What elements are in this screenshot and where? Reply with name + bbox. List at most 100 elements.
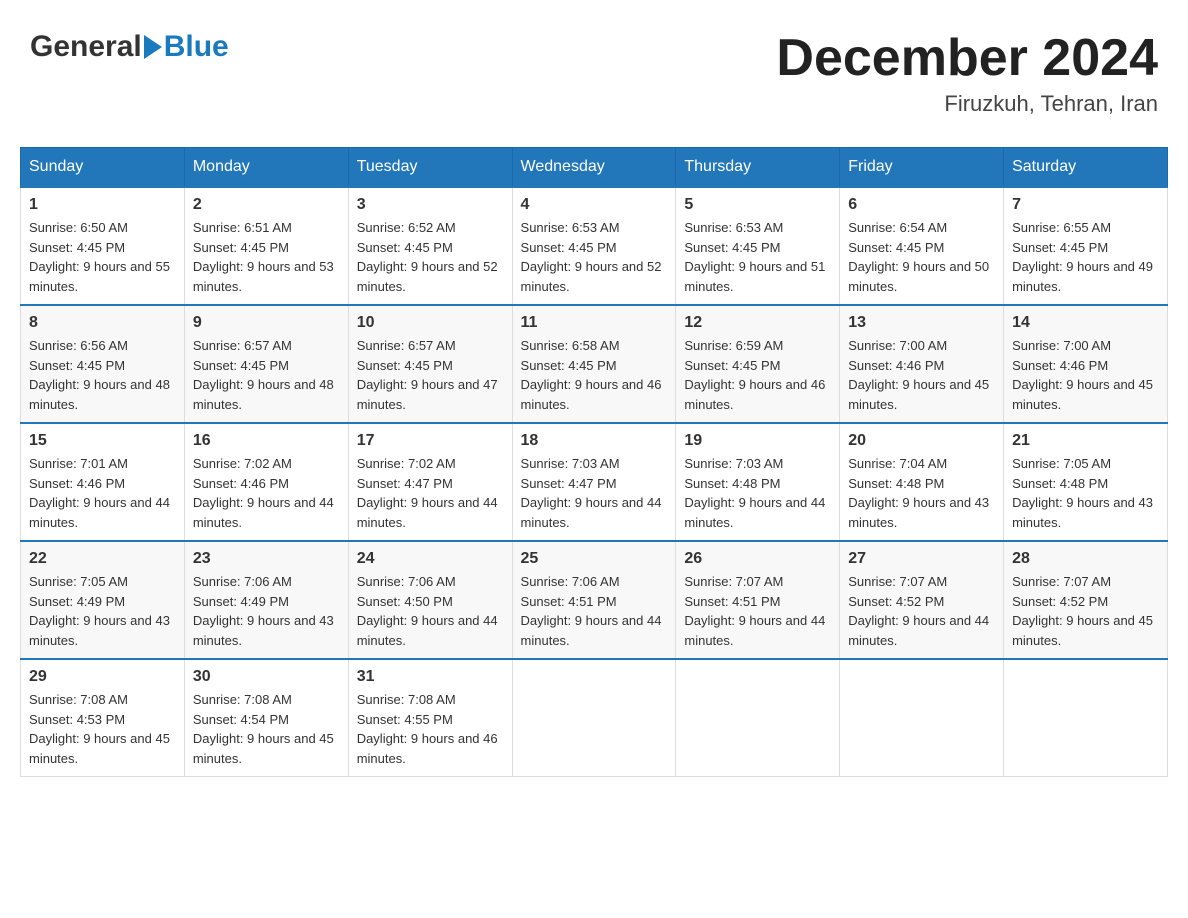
day-number: 30 (193, 668, 340, 686)
sunset-label: Sunset: 4:45 PM (684, 358, 780, 373)
day-number: 11 (521, 314, 668, 332)
sunset-label: Sunset: 4:45 PM (1012, 240, 1108, 255)
calendar-cell: 2 Sunrise: 6:51 AM Sunset: 4:45 PM Dayli… (184, 187, 348, 305)
calendar-cell: 7 Sunrise: 6:55 AM Sunset: 4:45 PM Dayli… (1004, 187, 1168, 305)
calendar-cell: 5 Sunrise: 6:53 AM Sunset: 4:45 PM Dayli… (676, 187, 840, 305)
calendar-cell: 9 Sunrise: 6:57 AM Sunset: 4:45 PM Dayli… (184, 305, 348, 423)
daylight-label: Daylight: 9 hours and 43 minutes. (1012, 495, 1153, 530)
sunrise-label: Sunrise: 6:51 AM (193, 220, 292, 235)
daylight-label: Daylight: 9 hours and 52 minutes. (521, 259, 662, 294)
calendar-cell: 25 Sunrise: 7:06 AM Sunset: 4:51 PM Dayl… (512, 541, 676, 659)
sunrise-label: Sunrise: 6:50 AM (29, 220, 128, 235)
sunset-label: Sunset: 4:45 PM (848, 240, 944, 255)
sunset-label: Sunset: 4:50 PM (357, 594, 453, 609)
header-wednesday: Wednesday (512, 148, 676, 188)
daylight-label: Daylight: 9 hours and 45 minutes. (848, 377, 989, 412)
calendar-cell: 4 Sunrise: 6:53 AM Sunset: 4:45 PM Dayli… (512, 187, 676, 305)
day-info: Sunrise: 6:51 AM Sunset: 4:45 PM Dayligh… (193, 218, 340, 296)
sunset-label: Sunset: 4:52 PM (848, 594, 944, 609)
sunrise-label: Sunrise: 7:00 AM (1012, 338, 1111, 353)
daylight-label: Daylight: 9 hours and 43 minutes. (193, 613, 334, 648)
calendar-table: Sunday Monday Tuesday Wednesday Thursday… (20, 147, 1168, 777)
sunrise-label: Sunrise: 6:57 AM (357, 338, 456, 353)
sunrise-label: Sunrise: 6:55 AM (1012, 220, 1111, 235)
calendar-cell (512, 659, 676, 777)
page-header: General Blue December 2024 Firuzkuh, Teh… (20, 20, 1168, 127)
calendar-cell: 24 Sunrise: 7:06 AM Sunset: 4:50 PM Dayl… (348, 541, 512, 659)
daylight-label: Daylight: 9 hours and 48 minutes. (193, 377, 334, 412)
calendar-week-3: 15 Sunrise: 7:01 AM Sunset: 4:46 PM Dayl… (21, 423, 1168, 541)
sunrise-label: Sunrise: 7:08 AM (193, 692, 292, 707)
sunset-label: Sunset: 4:47 PM (357, 476, 453, 491)
daylight-label: Daylight: 9 hours and 44 minutes. (357, 495, 498, 530)
day-number: 13 (848, 314, 995, 332)
daylight-label: Daylight: 9 hours and 44 minutes. (357, 613, 498, 648)
day-number: 22 (29, 550, 176, 568)
calendar-cell: 8 Sunrise: 6:56 AM Sunset: 4:45 PM Dayli… (21, 305, 185, 423)
day-number: 27 (848, 550, 995, 568)
day-info: Sunrise: 6:55 AM Sunset: 4:45 PM Dayligh… (1012, 218, 1159, 296)
sunset-label: Sunset: 4:47 PM (521, 476, 617, 491)
day-info: Sunrise: 7:05 AM Sunset: 4:49 PM Dayligh… (29, 572, 176, 650)
day-number: 20 (848, 432, 995, 450)
day-number: 19 (684, 432, 831, 450)
daylight-label: Daylight: 9 hours and 46 minutes. (684, 377, 825, 412)
day-info: Sunrise: 7:06 AM Sunset: 4:51 PM Dayligh… (521, 572, 668, 650)
day-info: Sunrise: 7:05 AM Sunset: 4:48 PM Dayligh… (1012, 454, 1159, 532)
month-title: December 2024 (776, 30, 1158, 87)
calendar-cell: 27 Sunrise: 7:07 AM Sunset: 4:52 PM Dayl… (840, 541, 1004, 659)
calendar-cell: 15 Sunrise: 7:01 AM Sunset: 4:46 PM Dayl… (21, 423, 185, 541)
day-info: Sunrise: 6:58 AM Sunset: 4:45 PM Dayligh… (521, 336, 668, 414)
daylight-label: Daylight: 9 hours and 47 minutes. (357, 377, 498, 412)
sunset-label: Sunset: 4:45 PM (684, 240, 780, 255)
daylight-label: Daylight: 9 hours and 44 minutes. (193, 495, 334, 530)
day-info: Sunrise: 6:57 AM Sunset: 4:45 PM Dayligh… (193, 336, 340, 414)
sunset-label: Sunset: 4:45 PM (521, 240, 617, 255)
day-number: 2 (193, 196, 340, 214)
daylight-label: Daylight: 9 hours and 55 minutes. (29, 259, 170, 294)
sunrise-label: Sunrise: 7:01 AM (29, 456, 128, 471)
day-info: Sunrise: 7:04 AM Sunset: 4:48 PM Dayligh… (848, 454, 995, 532)
calendar-cell: 11 Sunrise: 6:58 AM Sunset: 4:45 PM Dayl… (512, 305, 676, 423)
sunrise-label: Sunrise: 7:08 AM (357, 692, 456, 707)
daylight-label: Daylight: 9 hours and 51 minutes. (684, 259, 825, 294)
day-info: Sunrise: 6:53 AM Sunset: 4:45 PM Dayligh… (684, 218, 831, 296)
sunrise-label: Sunrise: 7:03 AM (521, 456, 620, 471)
sunrise-label: Sunrise: 6:54 AM (848, 220, 947, 235)
calendar-cell: 13 Sunrise: 7:00 AM Sunset: 4:46 PM Dayl… (840, 305, 1004, 423)
logo-text: General Blue (30, 30, 229, 64)
calendar-cell: 30 Sunrise: 7:08 AM Sunset: 4:54 PM Dayl… (184, 659, 348, 777)
calendar-cell: 14 Sunrise: 7:00 AM Sunset: 4:46 PM Dayl… (1004, 305, 1168, 423)
day-info: Sunrise: 7:08 AM Sunset: 4:53 PM Dayligh… (29, 690, 176, 768)
calendar-cell: 22 Sunrise: 7:05 AM Sunset: 4:49 PM Dayl… (21, 541, 185, 659)
day-info: Sunrise: 6:59 AM Sunset: 4:45 PM Dayligh… (684, 336, 831, 414)
calendar-cell: 6 Sunrise: 6:54 AM Sunset: 4:45 PM Dayli… (840, 187, 1004, 305)
daylight-label: Daylight: 9 hours and 49 minutes. (1012, 259, 1153, 294)
calendar-cell: 31 Sunrise: 7:08 AM Sunset: 4:55 PM Dayl… (348, 659, 512, 777)
day-info: Sunrise: 7:03 AM Sunset: 4:47 PM Dayligh… (521, 454, 668, 532)
day-number: 8 (29, 314, 176, 332)
daylight-label: Daylight: 9 hours and 48 minutes. (29, 377, 170, 412)
daylight-label: Daylight: 9 hours and 46 minutes. (521, 377, 662, 412)
day-info: Sunrise: 7:06 AM Sunset: 4:50 PM Dayligh… (357, 572, 504, 650)
location-text: Firuzkuh, Tehran, Iran (776, 91, 1158, 117)
sunrise-label: Sunrise: 6:57 AM (193, 338, 292, 353)
daylight-label: Daylight: 9 hours and 44 minutes. (684, 495, 825, 530)
day-info: Sunrise: 6:54 AM Sunset: 4:45 PM Dayligh… (848, 218, 995, 296)
sunset-label: Sunset: 4:53 PM (29, 712, 125, 727)
sunset-label: Sunset: 4:45 PM (193, 358, 289, 373)
day-number: 25 (521, 550, 668, 568)
header-friday: Friday (840, 148, 1004, 188)
day-number: 23 (193, 550, 340, 568)
day-number: 10 (357, 314, 504, 332)
daylight-label: Daylight: 9 hours and 46 minutes. (357, 731, 498, 766)
day-number: 15 (29, 432, 176, 450)
daylight-label: Daylight: 9 hours and 44 minutes. (521, 495, 662, 530)
day-info: Sunrise: 6:50 AM Sunset: 4:45 PM Dayligh… (29, 218, 176, 296)
sunset-label: Sunset: 4:46 PM (193, 476, 289, 491)
calendar-week-1: 1 Sunrise: 6:50 AM Sunset: 4:45 PM Dayli… (21, 187, 1168, 305)
daylight-label: Daylight: 9 hours and 45 minutes. (29, 731, 170, 766)
calendar-cell (1004, 659, 1168, 777)
daylight-label: Daylight: 9 hours and 50 minutes. (848, 259, 989, 294)
daylight-label: Daylight: 9 hours and 45 minutes. (1012, 377, 1153, 412)
